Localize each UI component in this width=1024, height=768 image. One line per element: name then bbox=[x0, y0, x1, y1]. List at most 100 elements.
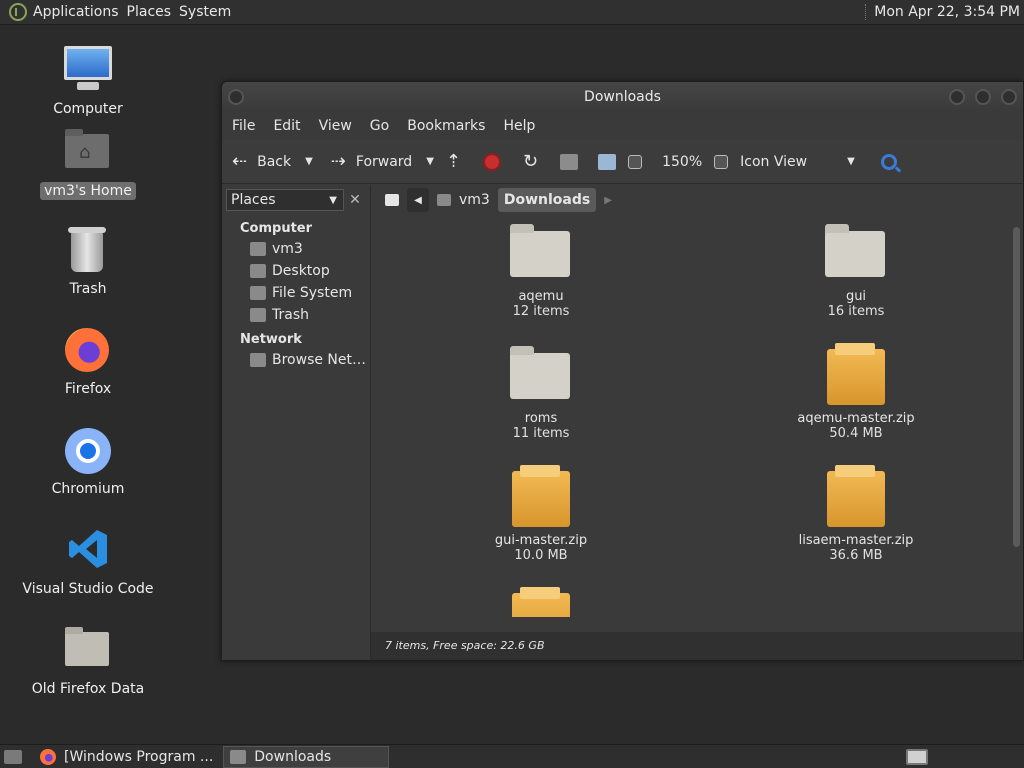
places-menu[interactable]: Places bbox=[127, 4, 180, 20]
zoom-in-icon[interactable] bbox=[714, 154, 729, 169]
file-info: 10.0 MB bbox=[514, 548, 568, 563]
desktop-icon-computer[interactable]: Computer bbox=[18, 46, 158, 118]
distro-logo-icon[interactable] bbox=[9, 3, 27, 21]
file-item[interactable]: lisaem-master.zip 36.6 MB bbox=[776, 465, 936, 563]
back-dropdown-icon[interactable]: ▼ bbox=[305, 156, 313, 167]
file-item[interactable]: aqemu 12 items bbox=[461, 221, 621, 319]
sidebar-heading-computer: Computer bbox=[240, 221, 313, 236]
folder-icon bbox=[510, 221, 572, 283]
reload-button[interactable]: ↻ bbox=[523, 151, 548, 172]
file-info: 12 items bbox=[512, 304, 570, 319]
scrollbar-thumb[interactable] bbox=[1013, 227, 1020, 547]
crumb-vm3[interactable]: vm3 bbox=[431, 188, 496, 212]
zoom-out-icon bbox=[628, 154, 643, 169]
drive-icon bbox=[250, 286, 266, 300]
desktop-icon-chromium[interactable]: Chromium bbox=[18, 426, 158, 498]
menu-help[interactable]: Help bbox=[503, 118, 535, 134]
crumb-label: vm3 bbox=[459, 192, 490, 208]
show-desktop-icon[interactable] bbox=[4, 749, 22, 764]
menu-edit[interactable]: Edit bbox=[273, 118, 300, 134]
sidebar-item-vm3[interactable]: vm3 bbox=[222, 238, 370, 260]
back-button[interactable]: ⇠ Back ▼ bbox=[232, 151, 313, 172]
sidebar-type-dropdown[interactable]: Places ▼ bbox=[226, 189, 344, 211]
forward-button[interactable]: ⇢ Forward ▼ bbox=[331, 151, 434, 172]
home-button[interactable] bbox=[560, 153, 579, 170]
sidebar-item-filesystem[interactable]: File System bbox=[222, 282, 370, 304]
workspace-switcher-icon[interactable] bbox=[906, 749, 928, 765]
file-info: 36.6 MB bbox=[829, 548, 883, 563]
file-name: aqemu-master.zip bbox=[797, 411, 915, 426]
system-menu[interactable]: System bbox=[179, 4, 239, 20]
sidebar-item-desktop[interactable]: Desktop bbox=[222, 260, 370, 282]
desktop-icon-old-firefox-data[interactable]: Old Firefox Data bbox=[18, 626, 158, 698]
home-icon bbox=[560, 153, 579, 170]
folder-icon bbox=[63, 626, 113, 676]
crumb-downloads[interactable]: Downloads bbox=[497, 188, 597, 212]
close-button[interactable] bbox=[1001, 89, 1017, 105]
computer-icon bbox=[598, 153, 617, 170]
toolbar: ⇠ Back ▼ ⇢ Forward ▼ ⇡ ↻ 150% Icon View … bbox=[222, 140, 1023, 184]
path-right-icon[interactable]: ▶ bbox=[598, 188, 618, 212]
file-item[interactable]: roms 11 items bbox=[461, 343, 621, 441]
zoom-level[interactable]: 150% bbox=[662, 154, 702, 170]
firefox-icon bbox=[63, 326, 113, 376]
forward-dropdown-icon[interactable]: ▼ bbox=[426, 156, 434, 167]
maximize-button[interactable] bbox=[975, 89, 991, 105]
stop-button[interactable] bbox=[483, 152, 501, 171]
computer-button[interactable] bbox=[598, 153, 617, 170]
sidebar-item-label: File System bbox=[272, 285, 353, 301]
file-item[interactable]: gui-master.zip 10.0 MB bbox=[461, 465, 621, 563]
task-label: [Windows Program ... bbox=[64, 748, 214, 765]
forward-label: Forward bbox=[355, 153, 413, 170]
taskbar: [Windows Program ... Downloads bbox=[0, 744, 1024, 768]
file-name: aqemu bbox=[518, 289, 564, 304]
search-button[interactable] bbox=[880, 153, 897, 170]
trash-icon bbox=[63, 226, 113, 276]
desktop-icon-firefox[interactable]: Firefox bbox=[18, 326, 158, 398]
file-name: gui-master.zip bbox=[494, 533, 588, 548]
desktop-icon-label: Old Firefox Data bbox=[31, 681, 145, 697]
sidebar-item-label: Browse Net… bbox=[272, 352, 367, 368]
crumb-label: Downloads bbox=[503, 192, 591, 208]
up-arrow-icon: ⇡ bbox=[445, 151, 461, 172]
sidebar-item-trash[interactable]: Trash bbox=[222, 304, 370, 326]
folder-icon bbox=[230, 749, 247, 764]
applications-menu[interactable]: Applications bbox=[33, 4, 127, 20]
icon-view[interactable]: aqemu 12 items gui 16 items roms 11 item… bbox=[373, 217, 1011, 632]
window-titlebar[interactable]: Downloads bbox=[222, 82, 1023, 112]
menu-file[interactable]: File bbox=[232, 118, 255, 134]
desktop-icon-trash[interactable]: Trash bbox=[18, 226, 158, 298]
panel-clock[interactable]: Mon Apr 22, 3:54 PM bbox=[865, 4, 1020, 20]
up-button[interactable]: ⇡ bbox=[446, 151, 471, 172]
zoom-out-button[interactable] bbox=[628, 154, 650, 169]
desktop-icon-label: vm3's Home bbox=[40, 182, 136, 200]
vertical-scrollbar[interactable] bbox=[1011, 217, 1021, 632]
menu-view[interactable]: View bbox=[319, 118, 352, 134]
menu-go[interactable]: Go bbox=[370, 118, 389, 134]
task-downloads[interactable]: Downloads bbox=[223, 745, 390, 768]
status-bar: 7 items, Free space: 22.6 GB bbox=[371, 632, 1023, 660]
desktop-icon-home[interactable]: ⌂ vm3's Home bbox=[18, 128, 158, 200]
file-item[interactable] bbox=[461, 587, 621, 617]
desktop-icon-label: Trash bbox=[69, 281, 107, 297]
close-sidebar-icon[interactable]: ✕ bbox=[344, 189, 366, 211]
chromium-icon bbox=[63, 426, 113, 476]
sidebar-item-browse-network[interactable]: Browse Net… bbox=[222, 349, 370, 371]
task-windows-program[interactable]: [Windows Program ... bbox=[34, 746, 219, 768]
desktop-icon-label: Computer bbox=[53, 101, 123, 117]
file-name: gui bbox=[845, 289, 867, 304]
path-left-icon[interactable]: ◀ bbox=[407, 188, 429, 212]
file-info: 16 items bbox=[827, 304, 885, 319]
menu-bookmarks[interactable]: Bookmarks bbox=[407, 118, 485, 134]
zoom-label: 150% bbox=[662, 153, 703, 170]
forward-arrow-icon: ⇢ bbox=[330, 151, 346, 172]
edit-location-icon[interactable] bbox=[379, 188, 405, 212]
sidebar-selector: Places ▼ ✕ bbox=[226, 189, 366, 211]
file-item[interactable]: aqemu-master.zip 50.4 MB bbox=[776, 343, 936, 441]
minimize-button[interactable] bbox=[949, 89, 965, 105]
desktop-icon-label: Firefox bbox=[64, 381, 112, 397]
desktop-icon-vscode[interactable]: Visual Studio Code bbox=[18, 526, 158, 598]
window-menu-button[interactable] bbox=[228, 89, 244, 105]
view-mode-select[interactable]: Icon View ▼ bbox=[714, 154, 855, 170]
file-item[interactable]: gui 16 items bbox=[776, 221, 936, 319]
